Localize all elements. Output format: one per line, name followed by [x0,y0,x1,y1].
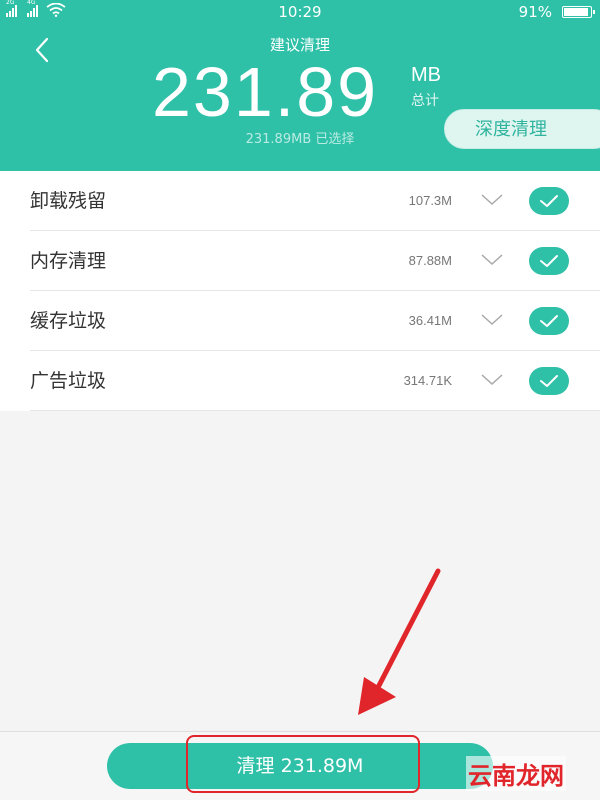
list-item[interactable]: 内存清理 87.88M [0,231,600,291]
checkbox-checked[interactable] [529,367,569,395]
check-icon [540,195,558,207]
list-item[interactable]: 缓存垃圾 36.41M [0,291,600,351]
check-icon [540,255,558,267]
chevron-down-icon[interactable] [480,373,504,387]
header: 2G 4G 10:29 91% 建议清理 231.89 MB 总计 231.89… [0,0,600,171]
chevron-down-icon[interactable] [480,253,504,267]
battery-status: 91% [518,3,595,21]
list-item[interactable]: 广告垃圾 314.71K [0,351,600,411]
total-amount: 231.89 [152,53,379,131]
item-size: 314.71K [403,373,452,388]
amount-caption: 总计 [411,93,439,109]
item-label: 内存清理 [30,250,107,272]
check-icon [540,375,558,387]
item-label: 广告垃圾 [30,370,107,392]
battery-percent: 91% [518,3,552,21]
chevron-down-icon[interactable] [480,193,504,207]
item-label: 卸载残留 [30,190,107,212]
item-size: 87.88M [408,253,452,268]
check-icon [540,315,558,327]
item-size: 107.3M [408,193,452,208]
annotation-arrow-icon [358,568,441,715]
checkbox-checked[interactable] [529,187,569,215]
status-bar: 2G 4G 10:29 91% [0,0,600,24]
checkbox-checked[interactable] [529,307,569,335]
deep-clean-button[interactable]: 深度清理 [444,109,600,149]
chevron-down-icon[interactable] [480,313,504,327]
item-size: 36.41M [408,313,452,328]
checkbox-checked[interactable] [529,247,569,275]
clean-button[interactable]: 清理 231.89M [107,743,493,789]
cleanup-list: 卸载残留 107.3M 内存清理 87.88M 缓存垃圾 36.41M 广告垃圾… [0,171,600,411]
battery-icon [562,6,595,18]
amount-unit: MB [411,64,441,86]
watermark: 云南龙网 [466,756,566,791]
status-time: 10:29 [278,3,322,21]
item-label: 缓存垃圾 [30,310,107,332]
list-item[interactable]: 卸载残留 107.3M [0,171,600,231]
